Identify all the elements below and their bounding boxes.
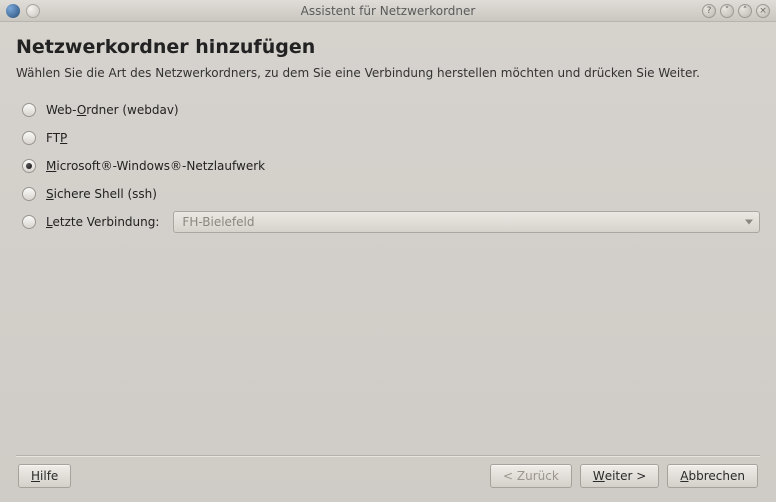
label-smb: Microsoft®-Windows®-Netzlaufwerk [46, 159, 265, 173]
titlebar: Assistent für Netzwerkordner ? ˅ ˄ × [0, 0, 776, 22]
recent-connection-value: FH-Bielefeld [182, 215, 254, 229]
option-smb[interactable]: Microsoft®-Windows®-Netzlaufwerk [22, 156, 760, 176]
help-button[interactable]: Hilfe [18, 464, 71, 488]
help-icon[interactable]: ? [702, 4, 716, 18]
option-ftp[interactable]: FTP [22, 128, 760, 148]
next-button[interactable]: Weiter > [580, 464, 659, 488]
radio-ftp[interactable] [22, 131, 36, 145]
radio-ssh[interactable] [22, 187, 36, 201]
option-recent[interactable]: Letzte Verbindung: FH-Bielefeld [22, 212, 760, 232]
recent-connection-combo[interactable]: FH-Bielefeld [173, 211, 760, 233]
label-ssh: Sichere Shell (ssh) [46, 187, 157, 201]
sticky-icon[interactable] [26, 4, 40, 18]
label-recent: Letzte Verbindung: [46, 215, 159, 229]
cancel-button[interactable]: Abbrechen [667, 464, 758, 488]
maximize-icon[interactable]: ˄ [738, 4, 752, 18]
wizard-page: Netzwerkordner hinzufügen Wählen Sie die… [0, 22, 776, 502]
minimize-icon[interactable]: ˅ [720, 4, 734, 18]
button-bar: Hilfe < Zurück Weiter > Abbrechen [16, 464, 760, 494]
app-icon [6, 4, 20, 18]
page-title: Netzwerkordner hinzufügen [16, 36, 760, 58]
folder-type-options: Web-Ordner (webdav) FTP Microsoft®-Windo… [16, 100, 760, 232]
label-webdav: Web-Ordner (webdav) [46, 103, 179, 117]
radio-webdav[interactable] [22, 103, 36, 117]
chevron-down-icon [745, 220, 753, 225]
window-title: Assistent für Netzwerkordner [0, 4, 776, 18]
radio-recent[interactable] [22, 215, 36, 229]
back-button: < Zurück [490, 464, 572, 488]
label-ftp: FTP [46, 131, 67, 145]
option-ssh[interactable]: Sichere Shell (ssh) [22, 184, 760, 204]
radio-smb[interactable] [22, 159, 36, 173]
separator [16, 455, 760, 456]
close-icon[interactable]: × [756, 4, 770, 18]
page-subtitle: Wählen Sie die Art des Netzwerkordners, … [16, 66, 760, 80]
option-webdav[interactable]: Web-Ordner (webdav) [22, 100, 760, 120]
